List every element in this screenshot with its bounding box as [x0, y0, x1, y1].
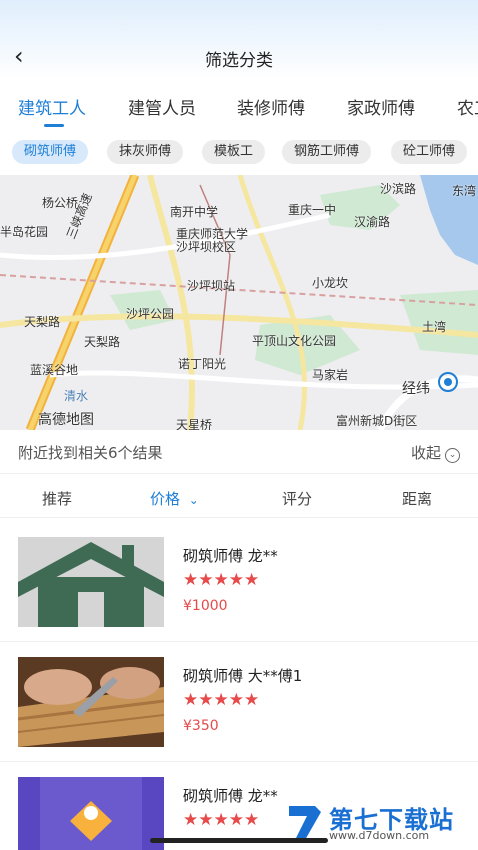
top-bar: ‹ 筛选分类	[0, 0, 478, 80]
sort-bar: 推荐 价格 ⌄ 评分 距离	[0, 478, 478, 518]
map-label: 土湾	[422, 320, 447, 334]
sort-price-label: 价格	[150, 490, 181, 508]
map-label: 南开中学	[170, 205, 219, 219]
results-summary-bar: 附近找到相关6个结果 收起 ⌄	[0, 430, 478, 474]
tag-concrete[interactable]: 砼工师傅	[391, 140, 468, 164]
sort-price[interactable]: 价格 ⌄	[150, 488, 199, 509]
tag-formwork[interactable]: 模板工	[202, 140, 266, 164]
rating-stars: ★★★★★	[183, 810, 260, 830]
worker-card[interactable]: 砌筑师傅 大**傅1 ★★★★★ ¥350	[0, 642, 478, 762]
rating-stars: ★★★★★	[183, 570, 260, 590]
results-count-text: 附近找到相关6个结果	[18, 444, 163, 462]
map-label: 沙坪坝校区	[176, 240, 237, 254]
map-label: 马家岩	[312, 368, 349, 382]
map-label: 沙坪公园	[126, 307, 175, 321]
map-logo-text: 高德地图	[38, 412, 94, 428]
sort-recommended[interactable]: 推荐	[42, 488, 72, 509]
rating-stars: ★★★★★	[183, 690, 260, 710]
tab-construction-worker[interactable]: 建筑工人	[18, 94, 86, 119]
collapse-label: 收起	[410, 444, 441, 462]
tab-construction-manager[interactable]: 建管人员	[128, 94, 196, 119]
active-tab-indicator	[44, 124, 64, 127]
map-label: 东湾	[452, 184, 477, 198]
tab-farm-worker[interactable]: 农工	[457, 94, 478, 119]
worker-name: 砌筑师傅 龙**	[183, 787, 278, 805]
worker-price: ¥350	[183, 718, 219, 734]
tag-masonry[interactable]: 砌筑师傅	[12, 140, 89, 164]
worker-price: ¥1000	[183, 598, 228, 614]
sort-distance[interactable]: 距离	[402, 488, 432, 509]
map-label: 富州新城D街区	[336, 414, 418, 428]
worker-card[interactable]: 砌筑师傅 龙** ★★★★★ ¥1000	[0, 522, 478, 642]
map-label: 沙坪坝站	[187, 279, 236, 293]
map-label: 小龙坎	[312, 276, 349, 290]
tag-rebar[interactable]: 钢筋工师傅	[282, 140, 372, 164]
map-label: 天梨路	[24, 315, 61, 329]
category-tabs: 建筑工人 建管人员 装修师傅 家政师傅 农工	[0, 92, 478, 128]
tab-housekeeping-master[interactable]: 家政师傅	[347, 94, 415, 119]
tab-decoration-master[interactable]: 装修师傅	[237, 94, 305, 119]
sub-category-tags: 砌筑师傅 抹灰师傅 模板工 钢筋工师傅 砼工师傅	[0, 140, 478, 166]
page-title: 筛选分类	[205, 51, 273, 71]
woodwork-photo	[18, 657, 164, 747]
map-label: 半岛花园	[0, 225, 49, 239]
collapse-button[interactable]: 收起 ⌄	[411, 442, 460, 463]
map-label: 平顶山文化公园	[252, 334, 337, 348]
map-label: 清水	[64, 389, 89, 403]
map-view[interactable]: 杨公桥 半岛花园 南开中学 重庆一中 汉渝路 东湾 沙滨路 重庆师范大学 沙坪坝…	[0, 175, 478, 430]
home-indicator	[150, 838, 328, 843]
worker-name: 砌筑师傅 龙**	[183, 547, 278, 565]
house-icon	[18, 537, 164, 627]
circle-chevron-down-icon: ⌄	[445, 448, 460, 463]
map-label: 天星桥	[176, 418, 213, 430]
map-label: 汉渝路	[354, 215, 391, 229]
app-icon	[18, 777, 164, 850]
map-label: 诺丁阳光	[178, 357, 227, 371]
worker-name: 砌筑师傅 大**傅1	[183, 667, 303, 685]
map-label: 天梨路	[84, 335, 121, 349]
map-label: 重庆一中	[288, 203, 337, 217]
tag-plaster[interactable]: 抹灰师傅	[107, 140, 184, 164]
watermark-url: www.d7down.com	[329, 829, 430, 842]
sort-rating[interactable]: 评分	[282, 488, 312, 509]
map-label: 经纬	[402, 381, 430, 397]
chevron-down-icon: ⌄	[188, 493, 199, 507]
map-label: 沙滨路	[380, 182, 417, 196]
map-label: 蓝溪谷地	[30, 363, 79, 377]
